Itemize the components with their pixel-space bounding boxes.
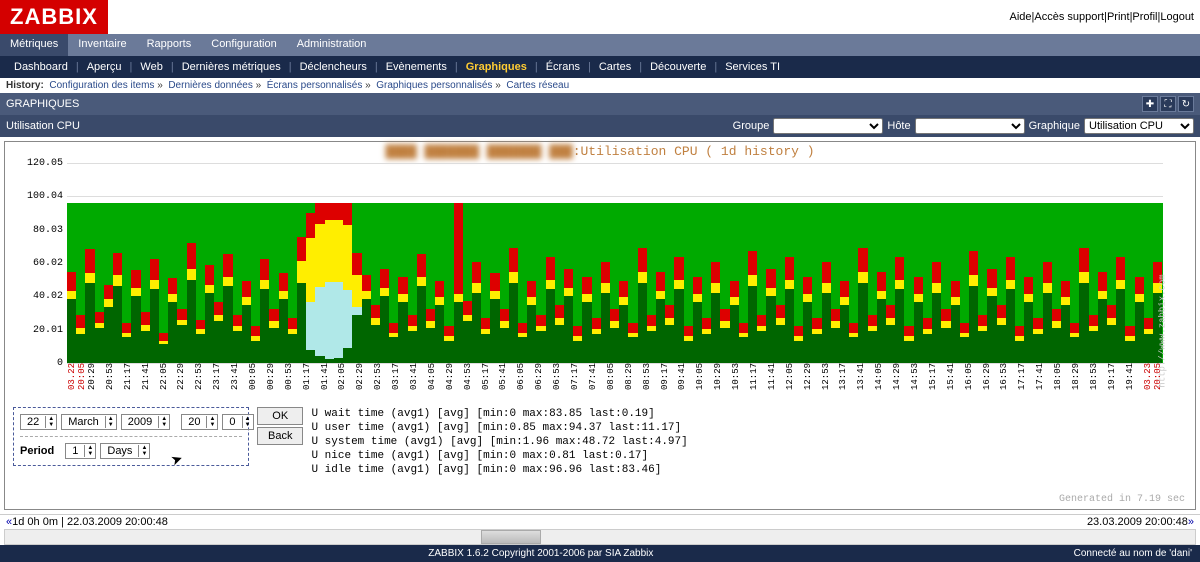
submenu-découverte[interactable]: Découverte [642, 61, 714, 73]
profile-link[interactable]: Profil [1132, 11, 1157, 23]
history-breadcrumb: History: Configuration des items » Derni… [0, 78, 1200, 93]
ok-button[interactable]: OK [257, 407, 303, 425]
main-menu: MétriquesInventaireRapportsConfiguration… [0, 34, 1200, 56]
footer-copyright: ZABBIX 1.6.2 Copyright 2001-2006 par SIA… [428, 548, 653, 559]
submenu-services-ti[interactable]: Services TI [717, 61, 788, 73]
support-link[interactable]: Accès support [1034, 11, 1104, 23]
status-right: 23.03.2009 20:00:48 [1087, 516, 1188, 528]
submenu-déclencheurs[interactable]: Déclencheurs [292, 61, 375, 73]
sub-menu: Dashboard|Aperçu|Web|Dernières métriques… [0, 56, 1200, 78]
group-label: Groupe [733, 120, 770, 132]
period-label: Period [20, 445, 54, 457]
menu-inventaire[interactable]: Inventaire [68, 34, 136, 56]
year-spinner[interactable]: 2009▲▼ [121, 414, 170, 430]
chart-title: ████ ███████ ███████ ███:Utilisation CPU… [7, 144, 1193, 159]
generation-time: Generated in 7.19 sec [1059, 494, 1185, 505]
host-label: Hôte [887, 120, 910, 132]
minute-spinner[interactable]: 0▲▼ [222, 414, 253, 430]
chart-bars [67, 203, 1163, 363]
submenu-aperçu[interactable]: Aperçu [79, 61, 130, 73]
submenu-cartes[interactable]: Cartes [591, 61, 639, 73]
group-select[interactable] [773, 118, 883, 134]
logo: ZABBIX [0, 0, 108, 34]
graph-label: Graphique [1029, 120, 1080, 132]
back-button[interactable]: Back [257, 427, 303, 445]
panel-heading: GRAPHIQUES [6, 98, 79, 110]
history-link[interactable]: Écrans personnalisés [267, 80, 363, 91]
submenu-graphiques[interactable]: Graphiques [458, 61, 535, 73]
fullscreen-icon[interactable]: ⛶ [1160, 96, 1176, 112]
period-unit-spinner[interactable]: Days▲▼ [100, 443, 150, 459]
day-spinner[interactable]: 22▲▼ [20, 414, 57, 430]
hour-spinner[interactable]: 20▲▼ [181, 414, 218, 430]
top-links: Aide|Accès support|Print|Profil|Logout [1009, 11, 1200, 23]
help-link[interactable]: Aide [1009, 11, 1031, 23]
refresh-icon[interactable]: ↻ [1178, 96, 1194, 112]
submenu-dernières-métriques[interactable]: Dernières métriques [174, 61, 289, 73]
history-link[interactable]: Cartes réseau [506, 80, 569, 91]
menu-métriques[interactable]: Métriques [0, 34, 68, 56]
time-scrollbar[interactable] [4, 529, 1196, 545]
graph-select[interactable]: Utilisation CPU [1084, 118, 1194, 134]
history-link[interactable]: Dernières données [168, 80, 253, 91]
history-link[interactable]: Graphiques personnalisés [376, 80, 492, 91]
watermark: http://www.zabbix.com [1157, 274, 1167, 387]
panel-title: Utilisation CPU [6, 120, 80, 132]
scrollbar-thumb[interactable] [481, 530, 541, 544]
menu-configuration[interactable]: Configuration [201, 34, 286, 56]
submenu-écrans[interactable]: Écrans [538, 61, 588, 73]
submenu-evènements[interactable]: Evènements [378, 61, 455, 73]
submenu-web[interactable]: Web [132, 61, 170, 73]
chart-legend: U wait time (avg1) [avg] [min:0 max:83.8… [311, 407, 687, 477]
month-spinner[interactable]: March▲▼ [61, 414, 117, 430]
submenu-dashboard[interactable]: Dashboard [6, 61, 76, 73]
host-select[interactable] [915, 118, 1025, 134]
menu-rapports[interactable]: Rapports [137, 34, 202, 56]
history-link[interactable]: Configuration des items [49, 80, 154, 91]
next-period-icon[interactable]: » [1188, 516, 1194, 528]
add-icon[interactable]: ✚ [1142, 96, 1158, 112]
period-value-spinner[interactable]: 1▲▼ [65, 443, 96, 459]
history-label: History: [6, 80, 44, 91]
graph-container: ████ ███████ ███████ ███:Utilisation CPU… [4, 141, 1196, 510]
logout-link[interactable]: Logout [1160, 11, 1194, 23]
date-picker: 22▲▼ March▲▼ 2009▲▼ 20▲▼ 0▲▼ Period 1▲▼ … [13, 407, 249, 466]
status-left: 1d 0h 0m | 22.03.2009 20:00:48 [12, 516, 168, 528]
footer-user: Connecté au nom de 'dani' [1074, 548, 1192, 559]
menu-administration[interactable]: Administration [287, 34, 377, 56]
chart-area: 120.05100.0480.0360.0240.0220.010 [67, 163, 1163, 363]
print-link[interactable]: Print [1107, 11, 1130, 23]
